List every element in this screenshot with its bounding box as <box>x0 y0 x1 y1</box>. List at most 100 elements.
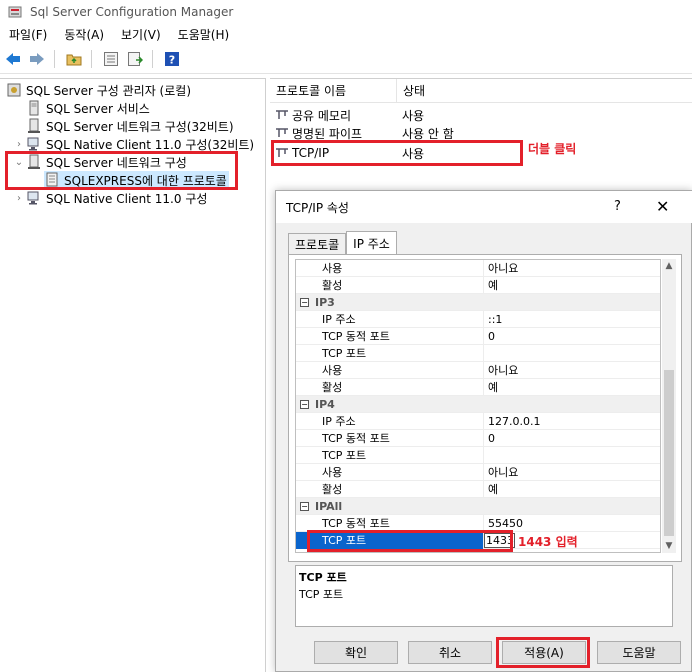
list-header: 프로토콜 이름 상태 <box>270 78 692 103</box>
grid-key: TCP 동적 포트 <box>296 429 484 447</box>
grid-row[interactable]: TCP 동적 포트 0 <box>296 327 660 345</box>
client-config-icon <box>26 190 42 206</box>
scroll-up-arrow-icon[interactable]: ▲ <box>662 259 676 273</box>
tree-item-network-32[interactable]: SQL Server 네트워크 구성(32비트) <box>26 117 234 135</box>
grid-value[interactable] <box>484 345 488 362</box>
tab-ip-addresses[interactable]: IP 주소 <box>346 231 397 255</box>
property-description: TCP 포트 TCP 포트 <box>295 565 673 627</box>
menu-help[interactable]: 도움말(H) <box>169 26 238 43</box>
grid-key: 사용 <box>296 463 484 481</box>
grid-category-ip4[interactable]: − IP4 <box>296 396 660 413</box>
back-arrow-icon[interactable] <box>2 48 24 70</box>
grid-category-ip3[interactable]: − IP3 <box>296 294 660 311</box>
tree-item-sql-services[interactable]: SQL Server 서비스 <box>26 99 150 117</box>
expand-chevron-icon[interactable]: › <box>12 193 26 204</box>
grid-value[interactable]: 아니요 <box>484 362 518 379</box>
config-manager-icon <box>6 82 22 98</box>
grid-row[interactable]: TCP 포트 <box>296 446 660 464</box>
ok-button[interactable]: 확인 <box>314 641 398 664</box>
category-label: IP4 <box>315 397 335 411</box>
grid-value[interactable] <box>484 447 488 464</box>
server-icon <box>26 100 42 116</box>
export-list-icon[interactable] <box>124 48 146 70</box>
protocol-icon <box>274 126 290 140</box>
help-icon[interactable]: ? <box>161 48 183 70</box>
grid-category-ipall[interactable]: − IPAll <box>296 498 660 515</box>
menu-file[interactable]: 파일(F) <box>0 26 55 43</box>
grid-key: 사용 <box>296 260 484 277</box>
show-hide-tree-icon[interactable] <box>100 48 122 70</box>
protocol-state: 사용 <box>402 108 425 123</box>
grid-row[interactable]: IP 주소::1 <box>296 310 660 328</box>
up-folder-icon[interactable] <box>63 48 85 70</box>
grid-row[interactable]: 사용 아니요 <box>296 361 660 379</box>
tree-item-native-client[interactable]: › SQL Native Client 11.0 구성 <box>12 189 207 207</box>
column-header-protocol-name[interactable]: 프로토콜 이름 <box>270 79 396 103</box>
dialog-close-button[interactable]: ✕ <box>656 197 669 216</box>
grid-row[interactable]: 활성 예 <box>296 378 660 396</box>
grid-value[interactable]: 0 <box>484 430 495 447</box>
protocol-state: 사용 안 함 <box>402 126 454 141</box>
collapse-minus-icon[interactable]: − <box>300 399 309 409</box>
toolbar-separator <box>91 49 92 68</box>
help-button[interactable]: 도움말 <box>597 641 681 664</box>
svg-text:?: ? <box>169 53 175 66</box>
tree-item-label: SQL Server 서비스 <box>46 101 150 116</box>
sql-config-manager-icon <box>8 5 22 19</box>
cancel-button[interactable]: 취소 <box>408 641 492 664</box>
grid-value[interactable]: 0 <box>484 328 495 345</box>
expand-chevron-icon[interactable]: › <box>12 139 26 150</box>
tab-protocol[interactable]: 프로토콜 <box>288 233 347 255</box>
grid-row[interactable]: 사용 아니요 <box>296 260 660 277</box>
window-title: Sql Server Configuration Manager <box>30 5 234 19</box>
dialog-help-button[interactable]: ? <box>614 199 621 214</box>
menu-view[interactable]: 보기(V) <box>112 26 169 43</box>
description-title: TCP 포트 <box>299 571 347 584</box>
grid-key: TCP 동적 포트 <box>296 327 484 345</box>
grid-row[interactable]: 활성 예 <box>296 276 660 294</box>
toolbar-separator <box>54 49 55 68</box>
description-text: TCP 포트 <box>299 588 344 601</box>
grid-key: TCP 포트 <box>296 344 484 362</box>
scroll-down-arrow-icon[interactable]: ▼ <box>662 539 676 553</box>
grid-row[interactable]: TCP 포트 <box>296 344 660 362</box>
grid-row[interactable]: IP 주소 127.0.0.1 <box>296 412 660 430</box>
column-header-state[interactable]: 상태 <box>396 78 516 103</box>
grid-value[interactable]: 55450 <box>484 515 523 532</box>
grid-value[interactable]: ::1 <box>484 311 502 328</box>
grid-scrollbar[interactable]: ▲ ▼ <box>662 259 676 553</box>
grid-value[interactable]: 127.0.0.1 <box>484 413 540 430</box>
protocol-name: 명명된 파이프 <box>292 126 363 141</box>
menu-bar: 파일(F) 동작(A) 보기(V) 도움말(H) <box>0 24 692 44</box>
network-config-icon <box>26 118 42 134</box>
dialog-tabs: 프로토콜 IP 주소 <box>288 231 397 255</box>
annotation-highlight-tcp-port <box>307 530 513 552</box>
annotation-highlight-apply <box>496 637 590 668</box>
grid-row[interactable]: 사용 아니요 <box>296 463 660 481</box>
collapse-minus-icon[interactable]: − <box>300 297 309 307</box>
menu-action[interactable]: 동작(A) <box>55 26 112 43</box>
grid-value[interactable]: 예 <box>484 481 498 498</box>
window-titlebar: Sql Server Configuration Manager <box>0 0 692 24</box>
grid-key: IP 주소 <box>296 310 484 328</box>
grid-key: 사용 <box>296 361 484 379</box>
dialog-titlebar: TCP/IP 속성 <box>276 191 692 223</box>
grid-key: TCP 동적 포트 <box>296 514 484 532</box>
grid-key: 활성 <box>296 480 484 498</box>
tcpip-properties-dialog: TCP/IP 속성 ? ✕ 프로토콜 IP 주소 사용 아니요 활성 예 − IP3 … <box>275 190 692 672</box>
scroll-thumb[interactable] <box>664 370 674 536</box>
tree-root-label: SQL Server 구성 관리자 (로컬) <box>26 83 192 98</box>
annotation-enter-port: 1443 입력 <box>518 535 578 549</box>
grid-value[interactable]: 아니요 <box>484 260 518 277</box>
category-label: IP3 <box>315 295 335 309</box>
tree-root[interactable]: SQL Server 구성 관리자 (로컬) <box>6 81 191 99</box>
grid-value[interactable]: 아니요 <box>484 464 518 481</box>
grid-value[interactable]: 예 <box>484 379 498 396</box>
collapse-minus-icon[interactable]: − <box>300 501 309 511</box>
grid-row[interactable]: TCP 동적 포트 0 <box>296 429 660 447</box>
protocol-row-shared-memory[interactable]: 공유 메모리 사용 <box>274 106 424 124</box>
annotation-highlight-tcpip <box>271 140 523 166</box>
grid-value[interactable]: 예 <box>484 277 498 294</box>
forward-arrow-icon[interactable] <box>26 48 48 70</box>
grid-row[interactable]: 활성 예 <box>296 480 660 498</box>
